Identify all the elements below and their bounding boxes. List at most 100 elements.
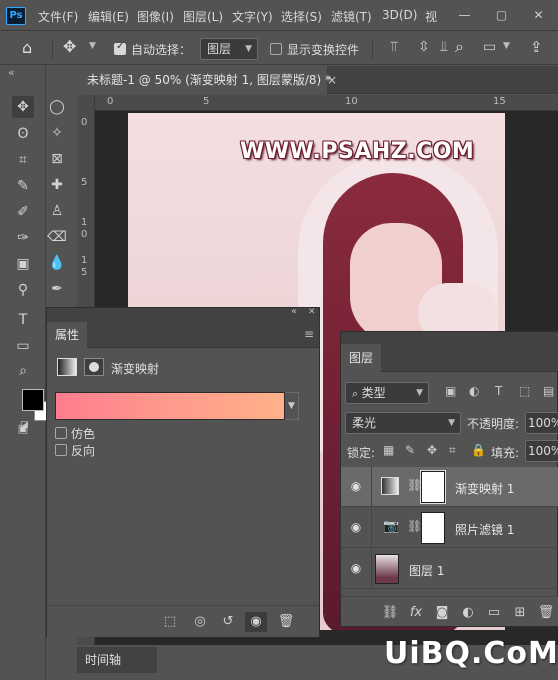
auto-select-checkbox[interactable] (114, 41, 126, 55)
menu-type[interactable]: 文字(Y) (232, 8, 273, 25)
collapse-icon[interactable]: « (291, 306, 297, 317)
maximize-button[interactable]: ▢ (483, 0, 520, 31)
brush-icon[interactable]: ✐ (12, 201, 34, 223)
fill-input[interactable]: 100% (525, 440, 558, 462)
opacity-input[interactable]: 100% (525, 412, 558, 434)
view-previous-state-icon[interactable]: ◎ (189, 612, 211, 632)
new-group-icon[interactable]: ▭ (483, 603, 505, 623)
delete-icon[interactable]: 🗑 (275, 612, 297, 632)
home-icon[interactable]: ⌂ (22, 38, 32, 57)
tab-timeline[interactable]: 时间轴 (77, 647, 157, 673)
tab-properties[interactable]: 属性 (47, 322, 87, 348)
menu-bar: Ps 文件(F) 编辑(E) 图像(I) 图层(L) 文字(Y) 选择(S) 滤… (0, 0, 558, 31)
layer-mask-thumbnail[interactable] (420, 470, 446, 504)
auto-select-target-dropdown[interactable]: 图层 ▼ (200, 38, 258, 60)
chevron-down-icon[interactable]: ▼ (89, 41, 96, 51)
dodge-icon[interactable]: ⚲ (12, 279, 34, 301)
link-layers-icon[interactable]: ⛓ (379, 603, 401, 623)
history-brush-icon[interactable]: ✑ (12, 227, 34, 249)
blend-mode-dropdown[interactable]: 柔光 ▼ (345, 412, 461, 434)
new-adjustment-icon[interactable]: ◐ (457, 603, 479, 623)
lock-artboard-icon[interactable]: ⌗ (449, 443, 456, 458)
pen-icon[interactable]: ✒ (46, 278, 68, 300)
filter-smart-object-icon[interactable]: ▤ (543, 384, 554, 398)
gradient-picker[interactable] (55, 392, 285, 420)
zoom-icon[interactable]: ⌕ (12, 360, 34, 382)
reset-icon[interactable]: ↺ (217, 612, 239, 632)
show-transform-checkbox[interactable] (270, 43, 282, 55)
chevron-down-icon[interactable]: ▼ (285, 392, 299, 420)
lasso-icon[interactable]: ʘ (12, 123, 34, 145)
layer-row-photo-filter[interactable]: ◉ 📷 ⛓ 照片滤镜 1 (341, 508, 558, 548)
collapse-icon[interactable]: « (8, 66, 15, 79)
clip-to-layer-icon[interactable]: ⬚ (159, 612, 181, 632)
foreground-color-swatch[interactable] (22, 389, 44, 411)
frame-icon[interactable]: ⊠ (46, 148, 68, 170)
menu-image[interactable]: 图像(I) (137, 8, 174, 25)
filter-shape-icon[interactable]: ⬚ (519, 384, 530, 398)
minimize-button[interactable]: — (446, 0, 483, 31)
lock-all-icon[interactable]: 🔒 (471, 443, 486, 457)
default-colors-icon[interactable]: ◪ (20, 420, 29, 430)
marquee-ellipse-icon[interactable]: ◯ (46, 96, 68, 118)
tab-layers[interactable]: 图层 (341, 344, 381, 372)
gradient-icon[interactable]: ▣ (12, 253, 34, 275)
visibility-eye-icon[interactable]: ◉ (349, 561, 363, 575)
stamp-icon[interactable]: ♙ (46, 200, 68, 222)
rectangle-icon[interactable]: ▭ (12, 335, 34, 357)
layer-mask-thumbnail[interactable] (421, 512, 445, 544)
align-top-icon[interactable]: ⫪ (390, 39, 398, 55)
type-icon[interactable]: T (12, 309, 34, 331)
link-icon[interactable]: ⛓ (407, 478, 422, 492)
align-vertical-center-icon[interactable]: ⇳ (418, 39, 430, 55)
workspace-icon[interactable]: ▭ (483, 39, 496, 55)
visibility-eye-icon[interactable]: ◉ (349, 520, 363, 534)
mask-icon[interactable] (84, 358, 104, 376)
move-tool-icon[interactable]: ✥ (63, 37, 76, 56)
reverse-checkbox[interactable] (55, 444, 67, 456)
layer-row-gradient-map[interactable]: ◉ ⛓ 渐变映射 1 (341, 467, 558, 507)
layer-filter-dropdown[interactable]: ⌕ 类型 ▼ (345, 382, 429, 404)
filter-adjustment-icon[interactable]: ◐ (469, 384, 479, 398)
lock-position-icon[interactable]: ✥ (427, 443, 437, 457)
eyedropper-icon[interactable]: ✎ (12, 175, 34, 197)
layer-name: 渐变映射 1 (455, 482, 515, 496)
magic-wand-icon[interactable]: ✧ (46, 122, 68, 144)
align-bottom-icon[interactable]: ⫫ (440, 39, 448, 55)
link-icon[interactable]: ⛓ (407, 519, 422, 533)
menu-edit[interactable]: 编辑(E) (88, 8, 129, 25)
menu-file[interactable]: 文件(F) (38, 8, 78, 25)
visibility-eye-icon[interactable]: ◉ (349, 479, 363, 493)
filter-pixel-icon[interactable]: ▣ (445, 384, 456, 398)
visibility-eye-icon[interactable]: ◉ (245, 612, 267, 632)
new-layer-icon[interactable]: ⊞ (509, 603, 531, 623)
menu-view[interactable]: 视 (425, 8, 437, 25)
menu-3d[interactable]: 3D(D) (382, 8, 417, 22)
fx-icon[interactable]: fx (405, 603, 427, 623)
add-mask-icon[interactable]: ◙ (431, 603, 453, 623)
share-icon[interactable]: ⇪ (530, 38, 543, 56)
menu-filter[interactable]: 滤镜(T) (331, 8, 372, 25)
eraser-icon[interactable]: ⌫ (46, 226, 68, 248)
close-button[interactable]: ✕ (520, 0, 557, 31)
healing-brush-icon[interactable]: ✚ (46, 174, 68, 196)
move-tool-icon[interactable]: ✥ (12, 96, 34, 118)
filter-type-icon[interactable]: T (495, 384, 502, 398)
crop-icon[interactable]: ⌗ (12, 149, 34, 171)
search-icon[interactable]: ⌕ (455, 37, 464, 57)
menu-select[interactable]: 选择(S) (281, 8, 322, 25)
lock-transparent-icon[interactable]: ▦ (383, 443, 394, 457)
panel-menu-icon[interactable]: ≡ (304, 327, 314, 341)
layer-row-image[interactable]: ◉ 图层 1 (341, 549, 558, 589)
delete-icon[interactable]: 🗑 (535, 603, 557, 623)
photoshop-logo-icon: Ps (6, 7, 26, 25)
lock-image-icon[interactable]: ✎ (405, 443, 415, 457)
layer-thumbnail[interactable] (375, 554, 399, 584)
document-tab[interactable]: 未标题-1 @ 50% (渐变映射 1, 图层蒙版/8) * (77, 66, 331, 94)
blur-icon[interactable]: 💧 (46, 252, 68, 274)
close-icon[interactable]: × (327, 66, 347, 94)
chevron-down-icon[interactable]: ▼ (503, 41, 510, 51)
close-icon[interactable]: ✕ (308, 307, 316, 317)
menu-layer[interactable]: 图层(L) (183, 8, 223, 25)
dither-checkbox[interactable] (55, 427, 67, 439)
